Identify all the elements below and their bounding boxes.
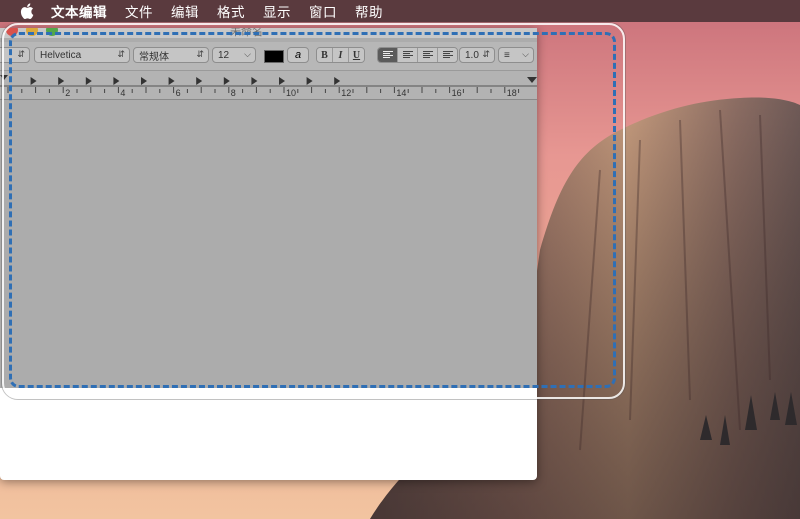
chevron-down-icon: ⌵ xyxy=(244,49,251,59)
list-popup[interactable]: ≡ ⌵ xyxy=(498,47,534,63)
close-button[interactable] xyxy=(6,28,18,36)
menu-file[interactable]: 文件 xyxy=(125,1,153,21)
ruler-label: 2 xyxy=(65,88,70,98)
tab-stop-marker[interactable] xyxy=(279,77,285,85)
text-style-segment: B I U xyxy=(316,47,365,63)
ruler-label: 14 xyxy=(396,88,406,98)
underline-button[interactable]: U xyxy=(349,48,364,62)
ruler[interactable]: 2 4 6 8 10 12 14 16 18 xyxy=(0,71,537,100)
ruler-label: 18 xyxy=(507,88,517,98)
bold-button[interactable]: B xyxy=(317,48,333,62)
tab-stop-marker[interactable] xyxy=(58,77,65,85)
tab-stop-marker[interactable] xyxy=(306,77,313,85)
ruler-label: 10 xyxy=(286,88,296,98)
tab-stop-marker[interactable] xyxy=(334,77,341,85)
align-right-icon xyxy=(422,51,433,59)
ruler-label: 16 xyxy=(452,88,462,98)
chevron-updown-icon: ⇵ xyxy=(482,49,490,59)
ruler-graphics: 2 4 6 8 10 12 14 16 18 xyxy=(0,75,537,98)
chevron-updown-icon: ⇵ xyxy=(17,49,25,59)
menu-edit[interactable]: 编辑 xyxy=(171,1,199,21)
font-family-popup[interactable]: Helvetica ⇵ xyxy=(34,47,130,63)
line-spacing-popup[interactable]: 1.0 ⇵ xyxy=(459,47,495,63)
chevron-updown-icon: ⇵ xyxy=(117,49,125,59)
menu-bar: 文本编辑 文件 编辑 格式 显示 窗口 帮助 xyxy=(0,0,800,22)
alignment-segment xyxy=(377,47,458,63)
list-icon: ≡ xyxy=(504,49,510,61)
ruler-label: 4 xyxy=(120,88,125,98)
align-center-button[interactable] xyxy=(398,48,418,62)
menu-window[interactable]: 窗口 xyxy=(309,1,337,21)
tab-stop-marker[interactable] xyxy=(251,77,258,85)
background-color-button[interactable]: a xyxy=(287,47,309,63)
tab-stop-marker[interactable] xyxy=(30,77,37,85)
textedit-window[interactable]: 未命名 ⇵ Helvetica ⇵ 常规体 ⇵ 12 ⌵ a B I U 1.0… xyxy=(0,28,537,388)
align-center-icon xyxy=(402,51,413,59)
minimize-button[interactable] xyxy=(26,28,38,36)
font-size-value: 12 xyxy=(218,49,230,61)
tab-stop-marker[interactable] xyxy=(113,77,120,85)
menu-textedit[interactable]: 文本编辑 xyxy=(51,1,107,21)
font-style-popup[interactable]: 常规体 ⇵ xyxy=(133,47,209,63)
ruler-label: 6 xyxy=(176,88,181,98)
tab-stop-marker[interactable] xyxy=(85,77,92,85)
chevron-down-icon: ⌵ xyxy=(522,49,529,59)
menu-format[interactable]: 格式 xyxy=(217,1,245,21)
tab-stop-marker[interactable] xyxy=(141,77,147,85)
window-title: 未命名 xyxy=(230,28,263,38)
format-toolbar: ⇵ Helvetica ⇵ 常规体 ⇵ 12 ⌵ a B I U 1.0 ⇵ ≡… xyxy=(0,42,537,71)
italic-button[interactable]: I xyxy=(333,48,349,62)
ruler-label: 12 xyxy=(341,88,351,98)
chevron-updown-icon: ⇵ xyxy=(196,49,204,59)
zoom-button[interactable] xyxy=(46,28,58,36)
menu-view[interactable]: 显示 xyxy=(263,1,291,21)
ruler-label: 8 xyxy=(231,88,236,98)
font-size-combo[interactable]: 12 ⌵ xyxy=(212,47,256,63)
paragraph-style-popup[interactable]: ⇵ xyxy=(0,47,30,63)
tab-stop-marker[interactable] xyxy=(168,77,175,85)
tab-stop-marker[interactable] xyxy=(223,77,230,85)
align-right-button[interactable] xyxy=(418,48,438,62)
font-style-value: 常规体 xyxy=(139,51,169,63)
document-text-area[interactable] xyxy=(0,100,537,388)
font-family-value: Helvetica xyxy=(40,49,82,61)
align-justify-icon xyxy=(442,51,453,59)
align-justify-button[interactable] xyxy=(438,48,457,62)
desktop: 文本编辑 文件 编辑 格式 显示 窗口 帮助 未命名 ⇵ Helvetica ⇵… xyxy=(0,0,800,519)
tab-stop-marker[interactable] xyxy=(196,77,203,85)
line-spacing-value: 1.0 xyxy=(465,49,479,61)
menu-help[interactable]: 帮助 xyxy=(355,1,383,21)
title-bar[interactable]: 未命名 xyxy=(0,28,537,38)
apple-icon[interactable] xyxy=(17,1,37,21)
right-margin-marker[interactable] xyxy=(527,77,537,83)
align-left-button[interactable] xyxy=(378,48,398,62)
text-color-well[interactable] xyxy=(264,50,284,63)
left-indent-marker[interactable] xyxy=(0,75,8,80)
align-left-icon xyxy=(382,51,393,59)
